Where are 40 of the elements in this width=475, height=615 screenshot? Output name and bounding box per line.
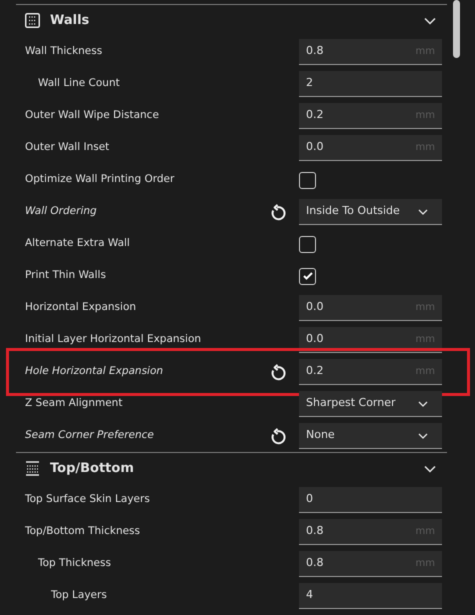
checkbox[interactable] <box>299 268 316 284</box>
reset-icon[interactable] <box>270 364 286 380</box>
input-field[interactable]: 4 <box>299 583 442 609</box>
checkbox[interactable] <box>299 172 316 188</box>
setting-label: Print Thin Walls <box>24 268 106 284</box>
chevron-down-icon <box>418 400 428 406</box>
chevron-down-icon[interactable] <box>424 16 436 24</box>
setting-label: Wall Line Count <box>37 76 120 92</box>
checkmark-icon <box>302 272 312 280</box>
setting-label: Horizontal Expansion <box>24 300 136 316</box>
chevron-down-icon[interactable] <box>424 464 436 472</box>
setting-label: Hole Horizontal Expansion <box>24 364 164 380</box>
reset-icon[interactable] <box>270 428 286 444</box>
setting-label: Alternate Extra Wall <box>24 236 130 252</box>
setting-label: Initial Layer Horizontal Expansion <box>24 332 202 348</box>
section-title: Walls <box>50 12 90 30</box>
setting-label: Seam Corner Preference <box>24 428 154 444</box>
setting-label: Outer Wall Wipe Distance <box>24 108 159 124</box>
layers-icon <box>25 461 40 476</box>
setting-label: Optimize Wall Printing Order <box>24 172 174 188</box>
checkbox[interactable] <box>299 236 316 252</box>
chevron-down-icon <box>418 432 428 438</box>
dropdown[interactable]: Sharpest Corner <box>299 391 442 417</box>
setting-label: Top/Bottom Thickness <box>24 524 140 540</box>
setting-label: Top Surface Skin Layers <box>24 492 150 508</box>
setting-label: Top Thickness <box>37 556 111 572</box>
dropdown[interactable]: Inside To Outside <box>299 199 442 225</box>
input-field[interactable]: 0 <box>299 487 442 513</box>
setting-label: Wall Ordering <box>24 204 97 220</box>
setting-label: Wall Thickness <box>24 44 102 60</box>
setting-label: Outer Wall Inset <box>24 140 110 156</box>
input-field[interactable]: 2 <box>299 71 442 97</box>
grid-square-icon <box>25 13 40 28</box>
chevron-down-icon <box>418 208 428 214</box>
reset-icon[interactable] <box>270 204 286 220</box>
setting-label: Top Layers <box>50 588 107 604</box>
dropdown[interactable]: None <box>299 423 442 449</box>
scrollbar-thumb[interactable] <box>453 0 460 58</box>
setting-label: Z Seam Alignment <box>24 396 122 412</box>
section-title: Top/Bottom <box>50 460 135 478</box>
